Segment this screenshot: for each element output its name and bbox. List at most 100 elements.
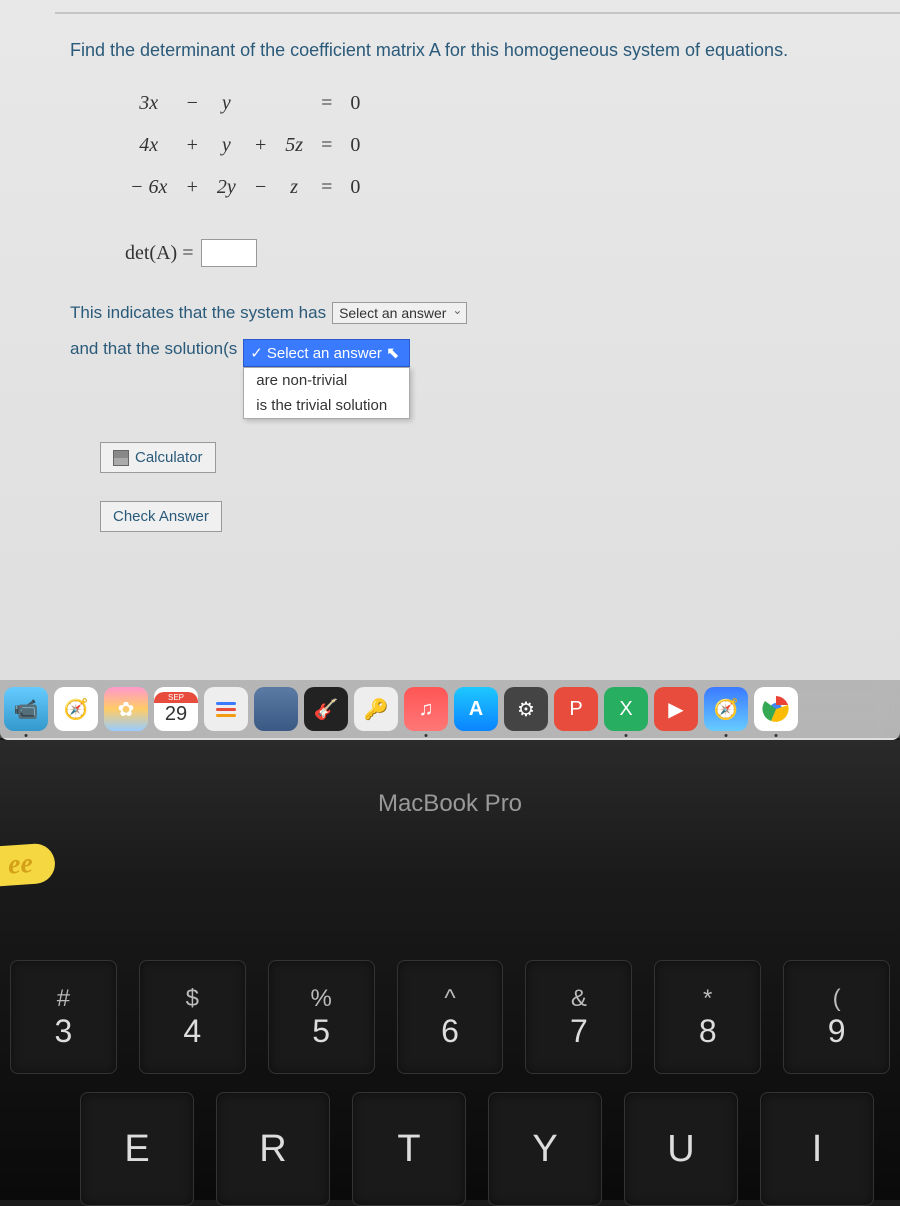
system-type-select[interactable]: Select an answer: [332, 302, 467, 324]
equation-row: − 6x + 2y − z = 0: [122, 167, 368, 207]
macos-dock: 📹 🧭 ✿ SEP 29 🎸 🔑 ♫ A ⚙ P X ▶ 🧭: [0, 680, 900, 738]
eq-cell: =: [313, 83, 340, 123]
eq-cell: 3x: [122, 83, 175, 123]
equation-row: 3x − y = 0: [122, 83, 368, 123]
equation-system: 3x − y = 0 4x + y + 5z = 0: [120, 81, 840, 209]
key-row: #3 $4 %5 ^6 &7 *8 (9: [10, 960, 890, 1074]
dropdown-option[interactable]: are non-trivial: [244, 368, 409, 393]
cursor-icon: ⬉: [386, 343, 399, 363]
eq-cell: 2y: [209, 167, 244, 207]
check-icon: ✓: [250, 344, 263, 362]
key-symbol: (: [833, 985, 841, 1013]
dropdown-selected-label: Select an answer: [267, 345, 382, 362]
app-store-icon[interactable]: A: [454, 687, 498, 731]
key-9[interactable]: (9: [783, 960, 890, 1074]
key-number: 3: [55, 1013, 73, 1050]
key-number: 9: [828, 1013, 846, 1050]
eq-cell: +: [246, 125, 276, 165]
key-symbol: ^: [444, 985, 455, 1013]
key-5[interactable]: %5: [268, 960, 375, 1074]
key-number: 4: [183, 1013, 201, 1050]
eq-cell: +: [177, 125, 207, 165]
key-number: 5: [312, 1013, 330, 1050]
safari-icon[interactable]: 🧭: [54, 687, 98, 731]
eq-cell: 4x: [122, 125, 175, 165]
key-t[interactable]: T: [352, 1092, 466, 1206]
safari-alt-icon[interactable]: 🧭: [704, 687, 748, 731]
key-7[interactable]: &7: [525, 960, 632, 1074]
key-i[interactable]: I: [760, 1092, 874, 1206]
facetime-icon[interactable]: 📹: [4, 687, 48, 731]
equation-row: 4x + y + 5z = 0: [122, 125, 368, 165]
dropdown-menu: are non-trivial is the trivial solution: [243, 367, 410, 419]
key-number: 8: [699, 1013, 717, 1050]
excel-icon[interactable]: X: [604, 687, 648, 731]
key-e[interactable]: E: [80, 1092, 194, 1206]
screen: Find the determinant of the coefficient …: [0, 0, 900, 740]
key-8[interactable]: *8: [654, 960, 761, 1074]
garageband-icon[interactable]: 🎸: [304, 687, 348, 731]
key-4[interactable]: $4: [139, 960, 246, 1074]
eq-cell: =: [313, 167, 340, 207]
eq-cell: y: [209, 83, 244, 123]
eq-cell: [246, 83, 276, 123]
keychain-icon[interactable]: 🔑: [354, 687, 398, 731]
eq-cell: z: [277, 167, 311, 207]
calendar-icon[interactable]: SEP 29: [154, 687, 198, 731]
eq-cell: − 6x: [122, 167, 175, 207]
solution-row: and that the solution(s ✓ Select an answ…: [70, 339, 840, 419]
calculator-label: Calculator: [135, 449, 203, 466]
key-6[interactable]: ^6: [397, 960, 504, 1074]
eq-cell: 0: [342, 167, 368, 207]
eq-cell: [277, 83, 311, 123]
dropdown-option[interactable]: is the trivial solution: [244, 393, 409, 418]
chrome-icon[interactable]: [754, 687, 798, 731]
calendar-month: SEP: [154, 692, 198, 703]
question-prompt: Find the determinant of the coefficient …: [70, 40, 840, 61]
eq-cell: +: [177, 167, 207, 207]
eq-cell: y: [209, 125, 244, 165]
calculator-icon: [113, 450, 129, 466]
eq-cell: 0: [342, 83, 368, 123]
key-symbol: &: [571, 985, 587, 1013]
det-label: det(A) =: [125, 242, 193, 265]
youtube-icon[interactable]: ▶: [654, 687, 698, 731]
calendar-day: 29: [165, 703, 187, 726]
det-row: det(A) =: [125, 239, 840, 267]
eq-cell: =: [313, 125, 340, 165]
powerpoint-icon[interactable]: P: [554, 687, 598, 731]
equation-table: 3x − y = 0 4x + y + 5z = 0: [120, 81, 370, 209]
key-symbol: *: [703, 985, 712, 1013]
macbook-label: MacBook Pro: [0, 790, 900, 818]
divider: [55, 12, 900, 14]
dock-app-icon[interactable]: [254, 687, 298, 731]
key-3[interactable]: #3: [10, 960, 117, 1074]
det-input[interactable]: [201, 239, 257, 267]
check-answer-button[interactable]: Check Answer: [100, 501, 222, 532]
indicates-row: This indicates that the system has Selec…: [70, 302, 840, 324]
reminders-icon[interactable]: [204, 687, 248, 731]
key-number: 6: [441, 1013, 459, 1050]
music-icon[interactable]: ♫: [404, 687, 448, 731]
eq-cell: −: [246, 167, 276, 207]
key-y[interactable]: Y: [488, 1092, 602, 1206]
calculator-button[interactable]: Calculator: [100, 442, 216, 473]
eq-cell: 0: [342, 125, 368, 165]
eq-cell: −: [177, 83, 207, 123]
key-symbol: %: [310, 985, 331, 1013]
question-content: Find the determinant of the coefficient …: [0, 0, 900, 560]
check-answer-label: Check Answer: [113, 508, 209, 525]
dropdown-selected[interactable]: ✓ Select an answer ⬉: [243, 339, 410, 367]
solution-text: and that the solution(s: [70, 339, 237, 359]
indicates-text: This indicates that the system has: [70, 303, 326, 323]
settings-icon[interactable]: ⚙: [504, 687, 548, 731]
keyboard: #3 $4 %5 ^6 &7 *8 (9 E R T Y U I: [0, 960, 900, 1206]
key-r[interactable]: R: [216, 1092, 330, 1206]
solution-dropdown[interactable]: ✓ Select an answer ⬉ are non-trivial is …: [243, 339, 410, 419]
photos-icon[interactable]: ✿: [104, 687, 148, 731]
key-row: E R T Y U I: [10, 1092, 890, 1206]
prompt-text: Find the determinant of the coefficient …: [70, 40, 788, 60]
key-u[interactable]: U: [624, 1092, 738, 1206]
key-number: 7: [570, 1013, 588, 1050]
eq-cell: 5z: [277, 125, 311, 165]
